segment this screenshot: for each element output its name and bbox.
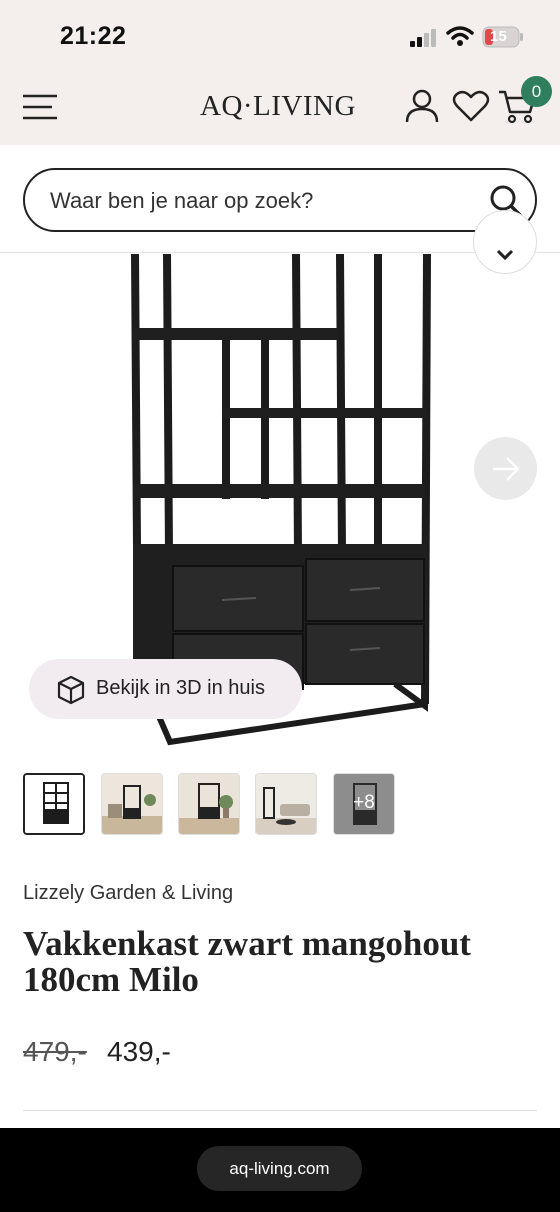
thumbnail-4[interactable]	[255, 773, 317, 835]
menu-icon[interactable]	[22, 93, 58, 121]
wishlist-heart-icon[interactable]	[452, 90, 490, 122]
gallery-next-button[interactable]	[474, 437, 537, 500]
view-in-3d-label: Bekijk in 3D in huis	[96, 677, 265, 699]
3d-cube-icon	[57, 675, 85, 705]
divider	[23, 1110, 537, 1111]
search-input[interactable]	[50, 184, 470, 218]
wifi-icon	[446, 26, 474, 46]
more-images-count: +8	[353, 792, 375, 813]
thumbnail-image	[25, 775, 83, 833]
arrow-right-icon	[493, 457, 520, 481]
battery-icon: 15	[482, 26, 524, 48]
scroll-up-button[interactable]	[473, 210, 537, 274]
thumbnail-image	[256, 774, 316, 834]
thumbnail-image	[102, 774, 162, 834]
cart-count-badge: 0	[521, 76, 552, 107]
status-time: 21:22	[60, 22, 127, 50]
product-title: Vakkenkast zwart mangohout 180cm Milo	[23, 924, 471, 999]
old-price: 479,-	[23, 1036, 87, 1067]
thumbnail-1[interactable]	[23, 773, 85, 835]
thumbnail-3[interactable]	[178, 773, 240, 835]
chevron-down-icon	[496, 249, 514, 261]
browser-address-bar[interactable]: aq-living.com	[197, 1146, 362, 1191]
thumbnail-2[interactable]	[101, 773, 163, 835]
current-price: 439,-	[107, 1036, 171, 1067]
product-brand[interactable]: Lizzely Garden & Living	[23, 882, 233, 905]
view-in-3d-button[interactable]: Bekijk in 3D in huis	[29, 659, 302, 719]
thumbnail-image	[179, 774, 239, 834]
account-icon[interactable]	[404, 88, 440, 124]
thumbnail-more[interactable]: +8	[333, 773, 395, 835]
cellular-signal-icon	[410, 29, 436, 47]
battery-level: 15	[490, 28, 507, 45]
site-logo[interactable]: AQ·LIVING	[200, 90, 356, 123]
search-field[interactable]	[23, 168, 537, 232]
